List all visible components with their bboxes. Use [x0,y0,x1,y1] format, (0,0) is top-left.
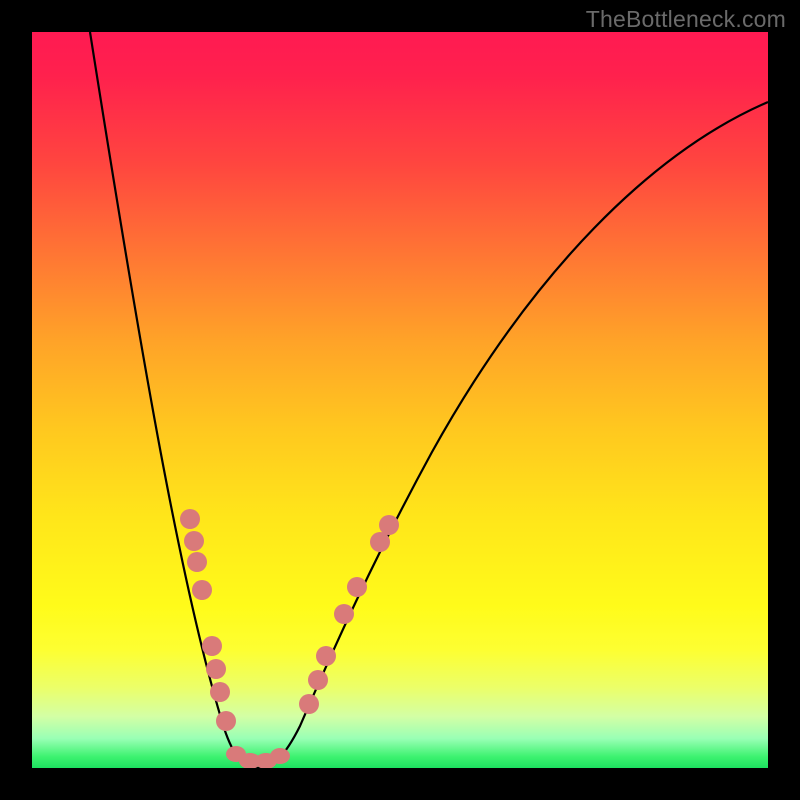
marker-group-right [299,515,399,714]
marker-group-bottom [226,746,290,768]
marker-dot [216,711,236,731]
marker-dot [206,659,226,679]
plot-area [32,32,768,768]
watermark-text: TheBottleneck.com [586,6,786,33]
marker-dot [379,515,399,535]
marker-dot [347,577,367,597]
marker-dot [210,682,230,702]
curve-svg [32,32,768,768]
marker-dot [270,748,290,764]
marker-dot [192,580,212,600]
marker-dot [308,670,328,690]
marker-dot [334,604,354,624]
marker-group-left [180,509,236,731]
marker-dot [316,646,336,666]
bottleneck-curve [90,32,768,768]
chart-frame: TheBottleneck.com [0,0,800,800]
marker-dot [299,694,319,714]
marker-dot [180,509,200,529]
marker-dot [187,552,207,572]
marker-dot [202,636,222,656]
marker-dot [370,532,390,552]
marker-dot [184,531,204,551]
